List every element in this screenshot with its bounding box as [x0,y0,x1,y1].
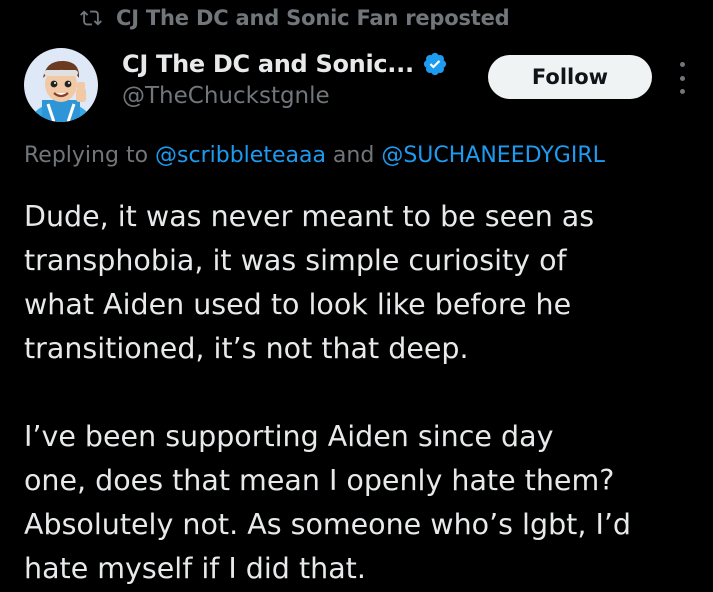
mention-link[interactable]: @scribbleteaaa [155,143,326,168]
verified-badge-icon[interactable] [422,51,448,77]
tweet-line: Dude, it was never meant to be seen as [24,200,595,233]
tweet-text: Dude, it was never meant to be seen as t… [24,195,704,591]
name-row: CJ The DC and Sonic... [122,47,448,81]
tweet-line: what Aiden used to look like before he [24,288,572,321]
avatar[interactable] [24,48,98,122]
handle[interactable]: @TheChuckstgnle [122,83,448,109]
tweet-paragraph: I’ve been supporting Aiden since day one… [24,415,704,591]
tweet-line: Absolutely not. As someone who’s lgbt, I… [24,508,632,541]
tweet-paragraph: Dude, it was never meant to be seen as t… [24,195,704,371]
tweet-line: transphobia, it was simple curiosity of [24,244,567,277]
tweet-line: I’ve been supporting Aiden since day [24,420,554,453]
more-options-icon[interactable] [672,62,692,94]
repost-icon [80,7,102,29]
replying-prefix: Replying to [24,143,156,168]
mention-link[interactable]: @SUCHANEEDYGIRL [381,143,605,168]
replying-to: Replying to @scribbleteaaa and @SUCHANEE… [24,143,605,168]
follow-button[interactable]: Follow [488,55,652,99]
repost-label: CJ The DC and Sonic Fan reposted [116,6,510,30]
display-name[interactable]: CJ The DC and Sonic... [122,50,414,78]
repost-header: CJ The DC and Sonic Fan reposted [80,4,510,32]
author-info: CJ The DC and Sonic... @TheChuckstgnle [122,47,448,109]
replying-conj: and [325,143,382,168]
tweet-line: one, does that mean I openly hate them? [24,464,615,497]
tweet-line: hate myself if I did that. [24,552,366,585]
tweet-line: transitioned, it’s not that deep. [24,332,469,365]
